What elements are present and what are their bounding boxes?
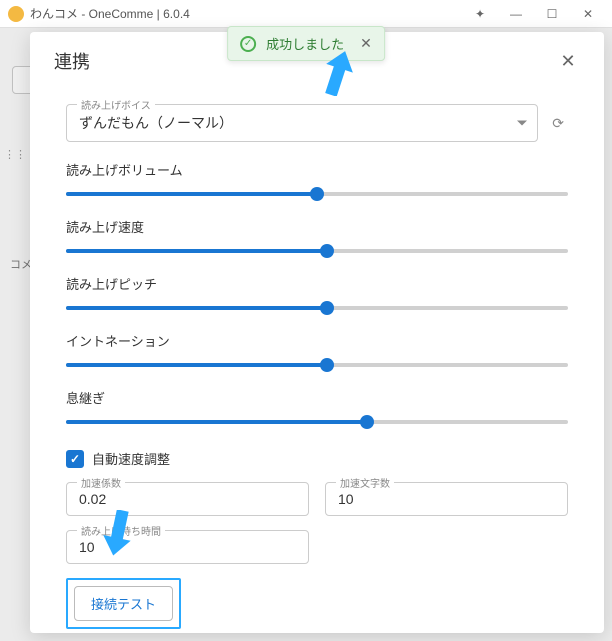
window-title: わんコメ - OneComme | 6.0.4	[30, 5, 464, 22]
input-value: 0.02	[79, 491, 106, 507]
slider-label: 読み上げボリューム	[66, 160, 568, 179]
toast-close-button[interactable]: ✕	[360, 35, 372, 52]
slider-label: 読み上げピッチ	[66, 274, 568, 293]
test-button-highlight: 接続テスト	[66, 578, 181, 629]
modal-close-button[interactable]: ✕	[556, 49, 580, 73]
slider-label: イントネーション	[66, 331, 568, 350]
modal-title: 連携	[54, 48, 90, 74]
refresh-icon[interactable]: ⟳	[548, 111, 568, 136]
voice-select-row: 読み上げボイス ずんだもん（ノーマル） ⟳	[66, 104, 568, 142]
connection-test-button[interactable]: 接続テスト	[74, 586, 173, 621]
slider-intonation: イントネーション	[66, 331, 568, 374]
slider-breath: 息継ぎ	[66, 388, 568, 431]
input-label: 加速文字数	[336, 475, 394, 490]
input-label: 加速係数	[77, 475, 125, 490]
slider-speed: 読み上げ速度	[66, 217, 568, 260]
auto-speed-row: ✓ 自動速度調整	[66, 449, 568, 468]
voice-select-label: 読み上げボイス	[77, 97, 155, 112]
wait-row: 読み上げ待ち時間 10	[66, 530, 568, 564]
window-titlebar: わんコメ - OneComme | 6.0.4 ✦ — ☐ ✕	[0, 0, 612, 28]
pin-icon[interactable]: ✦	[464, 4, 496, 24]
accel-row: 加速係数 0.02 加速文字数 10	[66, 482, 568, 516]
success-toast: ✓ 成功しました ✕	[227, 26, 385, 61]
slider-volume: 読み上げボリューム	[66, 160, 568, 203]
intonation-slider[interactable]	[66, 356, 568, 374]
volume-slider[interactable]	[66, 185, 568, 203]
app-icon	[8, 6, 24, 22]
voice-select[interactable]: 読み上げボイス ずんだもん（ノーマル）	[66, 104, 538, 142]
slider-label: 息継ぎ	[66, 388, 568, 407]
auto-speed-checkbox[interactable]: ✓	[66, 450, 84, 468]
window-controls: ✦ — ☐ ✕	[464, 4, 604, 24]
check-icon: ✓	[240, 36, 256, 52]
auto-speed-label: 自動速度調整	[92, 449, 170, 468]
chevron-down-icon	[517, 121, 527, 126]
minimize-button[interactable]: —	[500, 4, 532, 24]
input-value: 10	[338, 491, 354, 507]
annotation-arrow-button	[98, 510, 138, 556]
close-window-button[interactable]: ✕	[572, 4, 604, 24]
speed-slider[interactable]	[66, 242, 568, 260]
slider-label: 読み上げ速度	[66, 217, 568, 236]
input-value: 10	[79, 539, 95, 555]
maximize-button[interactable]: ☐	[536, 4, 568, 24]
breath-slider[interactable]	[66, 413, 568, 431]
voice-select-value: ずんだもん（ノーマル）	[79, 115, 233, 131]
slider-pitch: 読み上げピッチ	[66, 274, 568, 317]
pitch-slider[interactable]	[66, 299, 568, 317]
accel-chars-input[interactable]: 加速文字数 10	[325, 482, 568, 516]
annotation-arrow-toast	[318, 50, 358, 96]
